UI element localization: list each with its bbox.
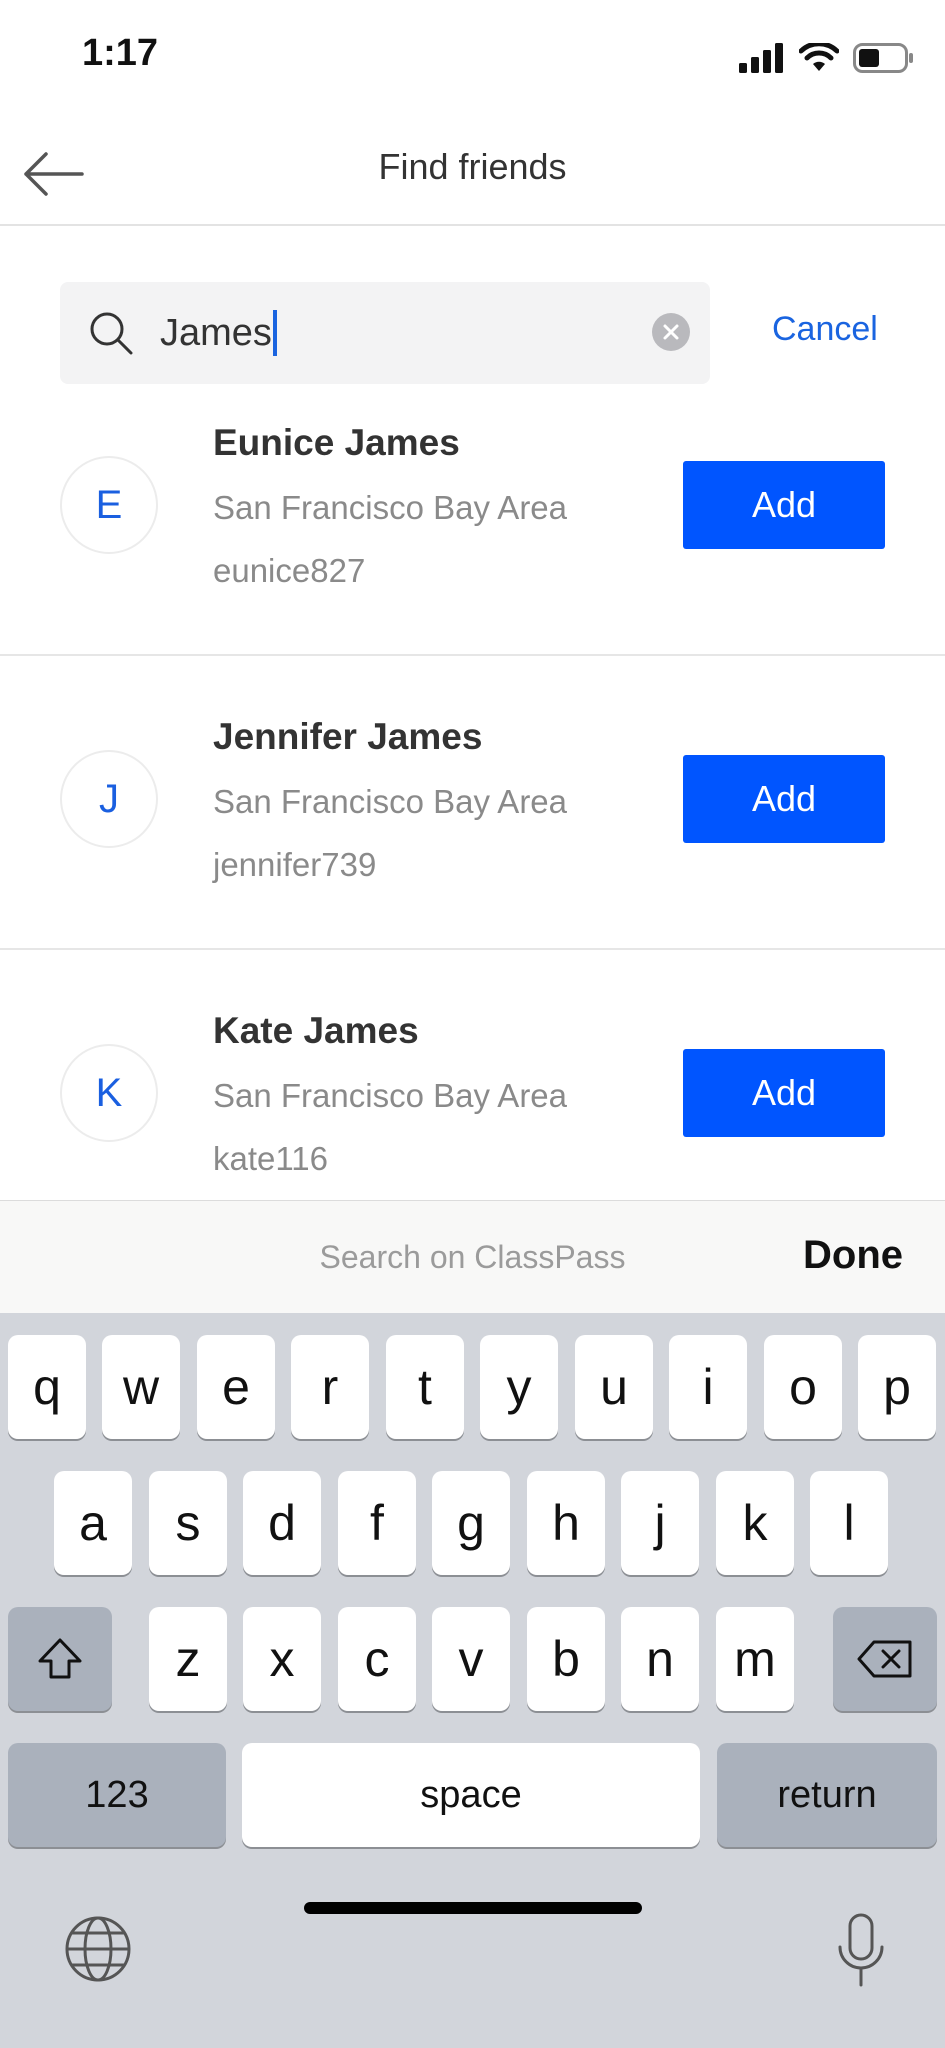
clear-search-button[interactable] [652, 313, 690, 351]
search-input-value: James [160, 312, 272, 354]
avatar: E [60, 456, 158, 554]
backspace-key[interactable] [833, 1607, 937, 1711]
key-u[interactable]: u [575, 1335, 653, 1439]
key-d[interactable]: d [243, 1471, 321, 1575]
key-m[interactable]: m [716, 1607, 794, 1711]
user-name: Jennifer James [213, 716, 483, 757]
status-time: 1:17 [82, 32, 159, 74]
key-v[interactable]: v [432, 1607, 510, 1711]
avatar: J [60, 750, 158, 848]
add-friend-button[interactable]: Add [683, 755, 885, 843]
user-location: San Francisco Bay Area [213, 489, 568, 526]
user-username: eunice827 [213, 552, 366, 589]
text-caret [272, 310, 277, 356]
result-row: E Eunice James San Francisco Bay Area eu… [0, 362, 945, 656]
key-e[interactable]: e [197, 1335, 275, 1439]
key-n[interactable]: n [621, 1607, 699, 1711]
key-x[interactable]: x [243, 1607, 321, 1711]
key-z[interactable]: z [149, 1607, 227, 1711]
keyboard-accessory-bar: Search on ClassPass Done [0, 1200, 945, 1314]
numbers-key[interactable]: 123 [8, 1743, 226, 1847]
avatar: K [60, 1044, 158, 1142]
space-key[interactable]: space [242, 1743, 700, 1847]
return-key[interactable]: return [717, 1743, 937, 1847]
globe-icon[interactable] [62, 1913, 134, 1985]
battery-icon [853, 43, 913, 73]
key-g[interactable]: g [432, 1471, 510, 1575]
signal-icon [739, 43, 783, 73]
key-h[interactable]: h [527, 1471, 605, 1575]
search-input[interactable]: James [160, 308, 277, 358]
shift-icon [38, 1638, 82, 1679]
key-q[interactable]: q [8, 1335, 86, 1439]
key-l[interactable]: l [810, 1471, 888, 1575]
key-o[interactable]: o [764, 1335, 842, 1439]
cancel-button[interactable]: Cancel [772, 310, 878, 349]
key-y[interactable]: y [480, 1335, 558, 1439]
microphone-icon[interactable] [834, 1913, 888, 1989]
key-r[interactable]: r [291, 1335, 369, 1439]
add-friend-button[interactable]: Add [683, 1049, 885, 1137]
done-button[interactable]: Done [803, 1233, 903, 1278]
result-row: J Jennifer James San Francisco Bay Area … [0, 656, 945, 950]
key-w[interactable]: w [102, 1335, 180, 1439]
key-s[interactable]: s [149, 1471, 227, 1575]
header: Find friends [0, 110, 945, 226]
user-username: kate116 [213, 1140, 328, 1177]
key-b[interactable]: b [527, 1607, 605, 1711]
key-a[interactable]: a [54, 1471, 132, 1575]
key-f[interactable]: f [338, 1471, 416, 1575]
user-username: jennifer739 [213, 846, 377, 883]
shift-key[interactable] [8, 1607, 112, 1711]
key-i[interactable]: i [669, 1335, 747, 1439]
key-c[interactable]: c [338, 1607, 416, 1711]
add-friend-button[interactable]: Add [683, 461, 885, 549]
user-location: San Francisco Bay Area [213, 783, 568, 820]
key-j[interactable]: j [621, 1471, 699, 1575]
key-p[interactable]: p [858, 1335, 936, 1439]
key-t[interactable]: t [386, 1335, 464, 1439]
wifi-icon [799, 43, 839, 71]
home-indicator [304, 1902, 642, 1914]
key-k[interactable]: k [716, 1471, 794, 1575]
keyboard: q w e r t y u i o p a s d f g h j k l z … [0, 1313, 945, 2048]
user-location: San Francisco Bay Area [213, 1077, 568, 1114]
page-title: Find friends [378, 146, 567, 187]
search-icon [90, 312, 133, 355]
user-name: Eunice James [213, 422, 460, 463]
user-name: Kate James [213, 1010, 419, 1051]
status-icons [739, 40, 915, 76]
result-row: K Kate James San Francisco Bay Area kate… [0, 950, 945, 1242]
clear-icon [663, 324, 679, 340]
backspace-icon [857, 1640, 912, 1678]
